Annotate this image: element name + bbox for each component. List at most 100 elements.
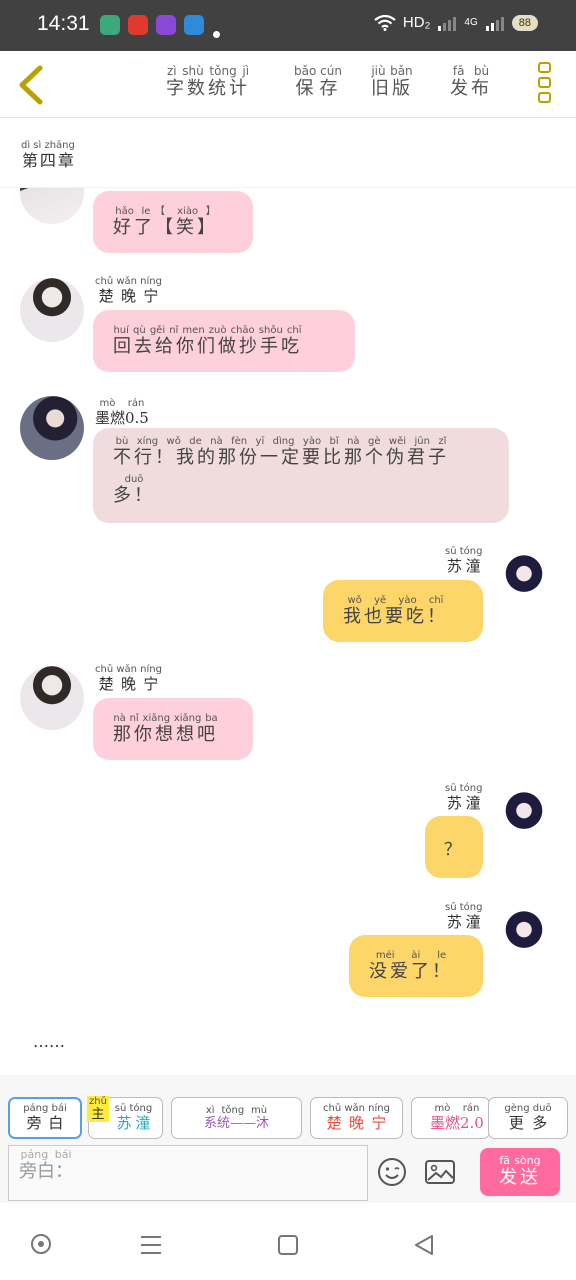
smile-icon[interactable] [377,1157,407,1187]
speaker-name: 墨燃0.5mò rán [95,398,149,428]
message-pinyin: méi ài le [369,949,453,961]
character-pinyin: páng bái [23,1103,67,1114]
square-icon[interactable] [277,1234,299,1256]
speaker-name: 苏潼sū tóng [445,902,482,932]
chat-area[interactable]: 好了【笑】hǎo le【 xiào 】 楚晚宁chǔ wǎn níng 回去给你… [0,187,576,1075]
wifi-icon [374,14,396,31]
character-label: 楚晚宁 [323,1114,390,1132]
speaker-name-pinyin: sū tóng [445,783,483,794]
avatar-chu-wanning[interactable] [20,188,84,224]
send-button[interactable]: 发送fā sòng [480,1148,560,1196]
more-vertical-icon[interactable] [538,62,554,108]
speaker-name-pinyin: chǔ wǎn níng [95,276,162,287]
character-label: 苏潼 [114,1114,153,1132]
publish-pinyin: fā bù [450,64,492,78]
character-selector: 旁白páng bái 主zhǔ 苏潼sū tóng 系统——沐xì tǒng m… [0,1075,576,1145]
character-pinyin: xì tǒng mù [203,1105,269,1116]
character-chip-narrator[interactable]: 旁白páng bái [8,1097,82,1139]
character-pinyin: mò rán [430,1103,484,1114]
message-text: 那你想想吧 [113,723,218,745]
character-pinyin: chǔ wǎn níng [323,1103,390,1114]
status-right: HD₂ 4G 88 [374,14,538,31]
character-label: 系统——沐 [203,1116,269,1131]
character-label: 墨燃2.0 [430,1114,484,1132]
typing-ellipsis: …… [33,1032,65,1051]
app-notification-icon [128,15,148,35]
send-pinyin: fā sòng [499,1154,541,1167]
old-version-button[interactable]: 旧版jiù bǎn [371,64,413,100]
speaker-name-text: 苏潼 [445,913,483,931]
avatar-mo-ran[interactable] [20,396,84,460]
message-bubble[interactable]: 回去给你们做抄手吃huí qù gěi nǐ men zuò chāo shǒu… [93,310,355,372]
top-toolbar: 字数统计zì shù tǒng jì 保存bǎo cún 旧版jiù bǎn 发… [0,51,576,118]
speaker-name: 苏潼sū tóng [445,546,482,576]
message-pinyin: nà nǐ xiǎng xiǎng ba [113,712,218,724]
input-placeholder: 旁白： [19,1161,73,1182]
app-notification-icon [100,15,120,35]
badge-label: 主 [89,1107,107,1122]
badge-pinyin: zhǔ [89,1096,107,1107]
save-button[interactable]: 保存bǎo cún [294,64,342,100]
publish-label: 发布 [450,78,492,99]
publish-button[interactable]: 发布fā bù [450,64,492,100]
message-pinyin: huí qù gěi nǐ men zuò chāo shǒu chī [113,324,302,336]
chapter-title: 第四章dì sì zhāng [21,140,75,171]
speaker-name: 楚晚宁chǔ wǎn níng [95,276,162,306]
speaker-name-pinyin: chǔ wǎn níng [95,664,162,675]
back-triangle-icon[interactable] [413,1234,435,1256]
input-row: 旁白：páng bái 发送fā sòng [0,1145,576,1203]
more-characters-button[interactable]: 更多gèng duō [488,1097,568,1139]
message-input[interactable]: 旁白：páng bái [8,1145,368,1201]
message-bubble[interactable]: 好了【笑】hǎo le【 xiào 】 [93,191,253,253]
send-label: 发送 [499,1167,541,1188]
speaker-name: 楚晚宁chǔ wǎn níng [95,664,162,694]
word-count-label: 字数统计 [166,78,250,99]
save-pinyin: bǎo cún [294,64,342,78]
message-text: 回去给你们做抄手吃 [113,335,302,357]
message-bubble[interactable]: 没爱了！méi ài le [349,935,483,997]
message-text: 不行！我的那份一定要比那个伪君子多！ [113,447,449,506]
old-version-pinyin: jiù bǎn [371,64,413,78]
word-count-button[interactable]: 字数统计zì shù tǒng jì [166,64,250,100]
speaker-name: 苏潼sū tóng [445,783,482,813]
speaker-name-pinyin: mò rán [95,398,149,409]
network-label: HD₂ [402,14,431,31]
system-nav-bar [0,1203,576,1280]
character-label: 更多 [504,1114,552,1132]
message-bubble[interactable]: 那你想想吧nà nǐ xiǎng xiǎng ba [93,698,253,760]
avatar-su-tong[interactable] [492,785,556,849]
more-notifications-icon [213,31,220,38]
app-notification-icon [184,15,204,35]
character-pinyin: gèng duō [504,1103,552,1114]
status-bar: 14:31 HD₂ 4G 88 [0,0,576,51]
app-notification-icon [156,15,176,35]
character-pinyin: sū tóng [114,1103,153,1114]
character-chip-system[interactable]: 系统——沐xì tǒng mù [171,1097,302,1139]
avatar-su-tong[interactable] [492,548,556,612]
image-icon[interactable] [424,1159,456,1185]
character-chip-su-tong[interactable]: 主zhǔ 苏潼sū tóng [87,1096,163,1139]
character-chip-mo-ran[interactable]: 墨燃2.0mò rán [411,1097,490,1139]
speaker-name-pinyin: sū tóng [445,546,483,557]
message-bubble[interactable]: ？ [425,816,483,878]
speaker-name-text: 楚晚宁 [95,675,162,693]
avatar-su-tong[interactable] [492,904,556,968]
old-version-label: 旧版 [371,78,413,99]
menu-icon[interactable] [140,1235,162,1255]
signal-type-label: 4G [464,17,478,28]
avatar-chu-wanning[interactable] [20,278,84,342]
speaker-name-text: 楚晚宁 [95,287,162,305]
message-bubble[interactable]: 我也要吃！wǒ yě yào chī [323,580,483,642]
back-chevron-icon[interactable] [14,64,48,106]
home-circle-icon[interactable] [30,1233,52,1255]
message-text: ？ [444,839,464,860]
word-count-pinyin: zì shù tǒng jì [166,64,250,78]
speaker-name-text: 苏潼 [445,794,483,812]
message-text: 好了【笑】 [113,216,218,238]
message-bubble[interactable]: 不行！我的那份一定要比那个伪君子多！bù xíng wǒ de nà fèn y… [93,428,509,523]
speaker-name-text: 苏潼 [445,557,483,575]
character-chip-chu-wanning[interactable]: 楚晚宁chǔ wǎn níng [310,1097,403,1139]
avatar-chu-wanning[interactable] [20,666,84,730]
battery-indicator: 88 [511,14,538,31]
message-pinyin: hǎo le【 xiào 】 [113,205,218,217]
